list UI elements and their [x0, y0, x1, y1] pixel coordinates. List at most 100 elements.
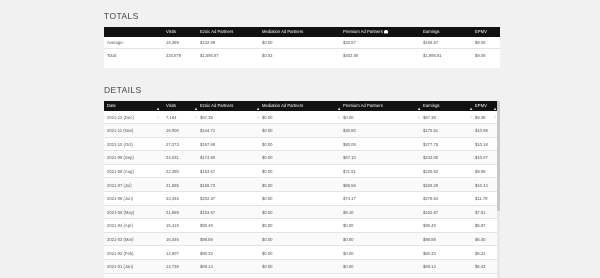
- table-row: 2021-12 (Dec) 7,184 $67.38 $0.00 $0.00 $67.38…: [104, 111, 500, 125]
- table-cell: $67.10: [343, 155, 356, 161]
- details-header-ezoic[interactable]: Ezoic Ad Partners: [200, 101, 233, 111]
- table-cell: 2021-05 (May): [107, 209, 135, 215]
- table-cell: 2021-01 (Jan): [107, 264, 134, 270]
- table-row: 2021-03 (Mar) 16,446 $98.89 $0.00 $0.00 $98.8…: [104, 232, 500, 247]
- table-cell: $276.54: [423, 196, 439, 202]
- table-cell: 23,446: [166, 196, 179, 202]
- table-cell: $10.07: [475, 155, 488, 161]
- table-cell: $0.00: [262, 182, 273, 188]
- totals-header-earnings: Earnings: [423, 29, 440, 34]
- table-cell: $5.43: [475, 264, 486, 270]
- table-cell: $6.22: [475, 250, 486, 256]
- table-cell: $197.69: [200, 141, 216, 147]
- table-cell: $153.57: [200, 209, 216, 215]
- totals-cell: Total:: [107, 52, 118, 58]
- table-cell: $90.49: [200, 223, 213, 229]
- table-cell: 2021-07 (Jul): [107, 182, 132, 188]
- table-cell: $7.51: [475, 209, 486, 215]
- table-cell: $175.51: [423, 128, 439, 134]
- table-cell: 15,419: [166, 223, 179, 229]
- table-row: 2021-09 (Sep) 24,031 $174.90 $0.00 $67.10 $24…: [104, 151, 500, 165]
- totals-cell: $166.57: [423, 39, 439, 45]
- table-cell: $67.38: [423, 114, 436, 120]
- totals-cell: Average:: [107, 39, 124, 45]
- table-cell: $10.99: [475, 128, 488, 134]
- totals-cell: $9.06: [475, 52, 486, 58]
- table-cell: $202.37: [200, 196, 216, 202]
- table-cell: $74.17: [343, 196, 356, 202]
- totals-cell: $9.06: [475, 39, 486, 45]
- totals-table: Visits Ezoic Ad Partners Mediation Ad Pa…: [104, 27, 500, 68]
- totals-cell: 220,679: [166, 52, 182, 58]
- table-row: 2021-11 (Nov) 16,000 $144.71 $0.00 $30.80 $17…: [104, 124, 500, 138]
- table-cell: $0.00: [343, 236, 354, 242]
- table-cell: 2021-10 (Oct): [107, 141, 133, 147]
- table-cell: 2021-06 (Jun): [107, 196, 134, 202]
- totals-header-premium: Premium Ad Partners?: [343, 27, 389, 37]
- table-cell: $159.73: [200, 182, 216, 188]
- table-cell: $153.67: [200, 168, 216, 174]
- table-cell: $144.71: [200, 128, 216, 134]
- table-cell: $6.40: [475, 236, 486, 242]
- table-cell: 27,273: [166, 141, 179, 147]
- table-cell: $277.75: [423, 141, 439, 147]
- table-cell: $0.00: [262, 196, 273, 202]
- table-cell: $226.29: [423, 182, 439, 188]
- table-row: 2021-10 (Oct) 27,273 $197.69 $0.00 $80.06 $27…: [104, 138, 500, 152]
- table-cell: $9.10: [343, 209, 354, 215]
- report-page: TOTALS Visits Ezoic Ad Partners Mediatio…: [0, 0, 600, 278]
- table-cell: $0.00: [262, 128, 273, 134]
- details-title: DETAILS: [104, 85, 142, 95]
- totals-cell: $1,595.87: [200, 52, 219, 58]
- help-icon[interactable]: ?: [383, 29, 389, 37]
- totals-header-ezoic: Ezoic Ad Partners: [200, 29, 234, 34]
- table-cell: 2021-04 (Apr): [107, 223, 133, 229]
- details-scrollbar[interactable]: [497, 101, 500, 278]
- table-cell: $0.00: [262, 223, 273, 229]
- details-header-earnings[interactable]: Earnings: [423, 101, 440, 111]
- details-header-date[interactable]: Date: [107, 101, 116, 111]
- details-header-premium[interactable]: Premium Ad Partners: [343, 101, 383, 111]
- table-cell: $98.89: [423, 236, 436, 242]
- table-cell: $0.00: [262, 114, 273, 120]
- table-cell: $69.14: [200, 264, 213, 270]
- table-cell: $0.00: [262, 168, 273, 174]
- table-cell: 12,738: [166, 264, 179, 270]
- table-cell: $0.00: [343, 250, 354, 256]
- totals-header-epmv: EPMV: [475, 29, 487, 34]
- table-cell: 24,031: [166, 155, 179, 161]
- totals-header-row: Visits Ezoic Ad Partners Mediation Ad Pa…: [104, 27, 500, 37]
- table-row: 2021-07 (Jul) 21,685 $159.73 $0.00 $66.56 $22…: [104, 178, 500, 193]
- totals-header-visits: Visits: [166, 29, 176, 34]
- table-cell: $225.62: [423, 168, 439, 174]
- details-header-visits[interactable]: Visits: [166, 101, 176, 111]
- totals-cell: $1,998.81: [423, 52, 442, 58]
- table-cell: $0.00: [262, 209, 273, 215]
- scroll-thumb[interactable]: [497, 101, 500, 211]
- table-cell: 21,685: [166, 182, 179, 188]
- table-cell: $80.06: [343, 141, 356, 147]
- totals-row-total: Total: 220,679 $1,595.87 $0.03 $402.90 $…: [104, 50, 500, 63]
- table-cell: $242.00: [423, 155, 439, 161]
- table-cell: $0.00: [262, 236, 273, 242]
- table-cell: $162.67: [423, 209, 439, 215]
- details-header-mediation[interactable]: Mediation Ad Partners: [262, 101, 303, 111]
- table-cell: 21,689: [166, 209, 179, 215]
- table-cell: $11.79: [475, 196, 488, 202]
- table-cell: $0.00: [262, 250, 273, 256]
- table-cell: $5.87: [475, 223, 486, 229]
- table-cell: $67.38: [200, 114, 213, 120]
- table-row: 2021-04 (Apr) 15,419 $90.49 $0.00 $0.00 $90.4…: [104, 219, 500, 233]
- table-cell: $0.00: [343, 114, 354, 120]
- table-cell: 2021-08 (Aug): [107, 168, 134, 174]
- details-table: Date ▲ ▼ Visits ▲ ▼ Ezoic Ad Partners ▲ ▼ M…: [104, 101, 500, 278]
- table-cell: $98.89: [200, 236, 213, 242]
- totals-cell: $0.00: [262, 39, 273, 45]
- table-cell: 16,446: [166, 236, 179, 242]
- table-cell: 22,390: [166, 168, 179, 174]
- table-cell: $9.38: [475, 114, 486, 120]
- details-header-epmv[interactable]: EPMV: [475, 101, 487, 111]
- table-cell: $71.91: [343, 168, 356, 174]
- totals-cell: $132.99: [200, 39, 216, 45]
- table-cell: 2021-09 (Sep): [107, 155, 134, 161]
